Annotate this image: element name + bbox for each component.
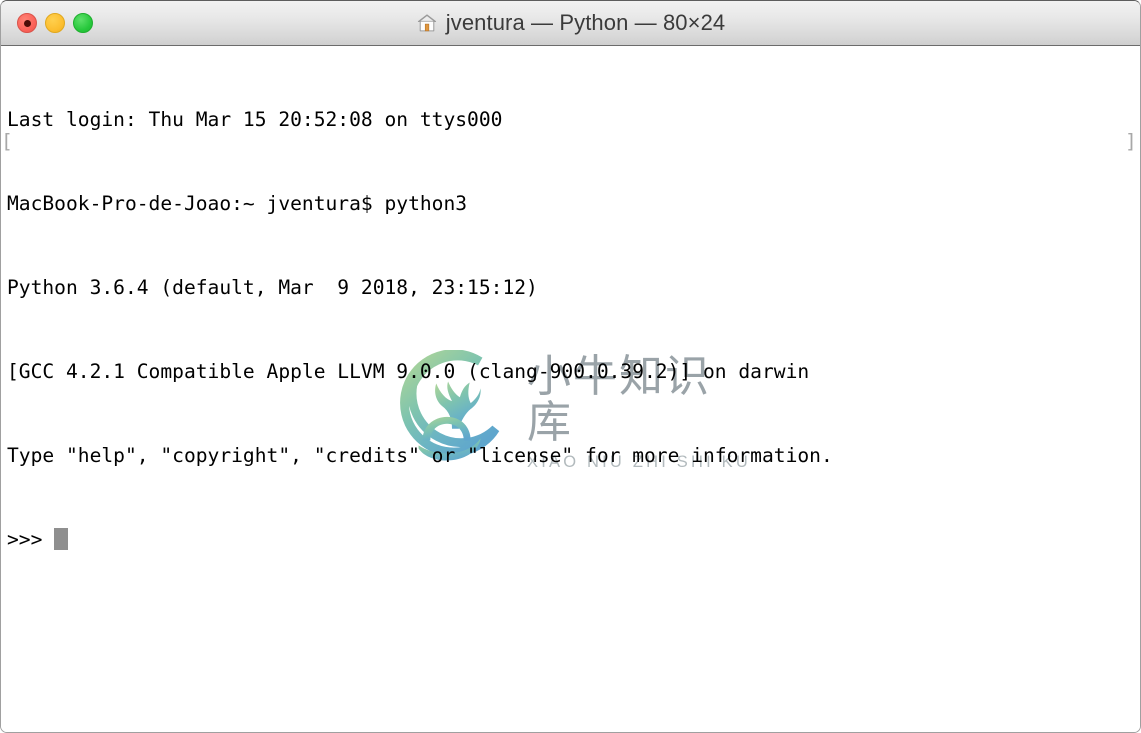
house-icon — [417, 14, 436, 32]
window-title: jventura — Python — 80×24 — [445, 10, 726, 35]
zoom-button[interactable] — [73, 13, 93, 33]
terminal-line: Python 3.6.4 (default, Mar 9 2018, 23:15… — [7, 276, 538, 299]
minimize-button[interactable] — [45, 13, 65, 33]
wrap-marker-right: ] — [1125, 130, 1137, 153]
close-button[interactable] — [17, 13, 37, 33]
terminal-window: jventura — Python — 80×24 [ ] Last login… — [0, 0, 1141, 733]
terminal-line: [GCC 4.2.1 Compatible Apple LLVM 9.0.0 (… — [7, 360, 810, 383]
window-titlebar[interactable]: jventura — Python — 80×24 — [1, 1, 1140, 46]
terminal-output: Last login: Thu Mar 15 20:52:08 on ttys0… — [7, 50, 833, 610]
terminal-line: Type "help", "copyright", "credits" or "… — [7, 444, 833, 467]
terminal-prompt-line: >>> — [7, 526, 833, 554]
terminal-line: Last login: Thu Mar 15 20:52:08 on ttys0… — [7, 108, 503, 131]
terminal-line: MacBook-Pro-de-Joao:~ jventura$ python3 — [7, 192, 468, 215]
terminal-body[interactable]: [ ] Last login: Thu Mar 15 20:52:08 on t… — [1, 46, 1140, 732]
prompt-text: >>> — [7, 528, 55, 551]
text-cursor — [54, 528, 68, 550]
window-controls — [17, 1, 93, 45]
window-title-group: jventura — Python — 80×24 — [1, 1, 1140, 45]
